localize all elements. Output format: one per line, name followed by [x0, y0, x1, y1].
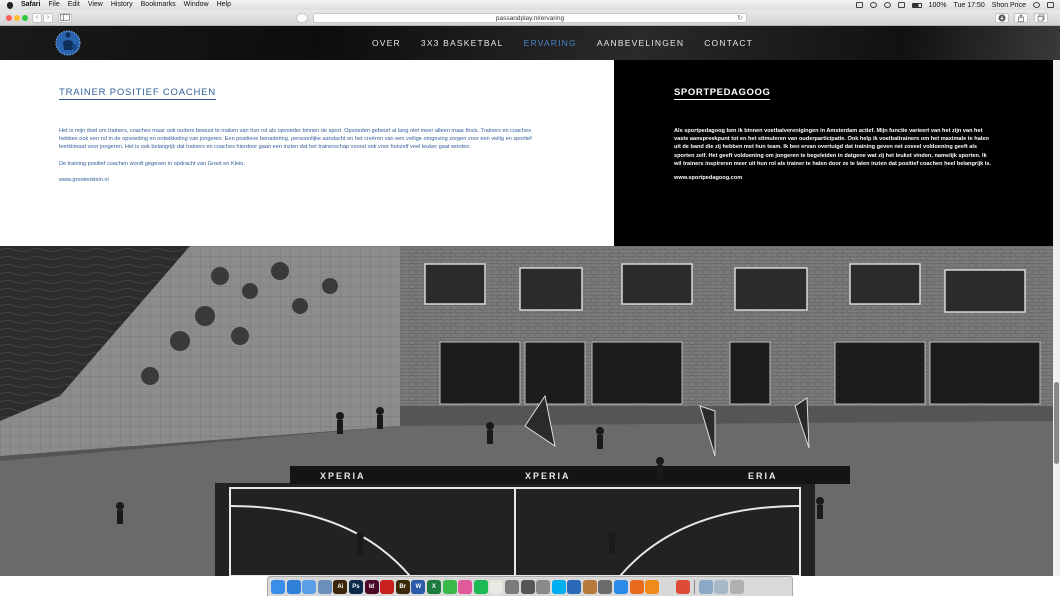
site-header: OVER 3X3 BASKETBAL ERVARING AANBEVELINGE… [0, 26, 1060, 60]
trash-icon[interactable] [729, 579, 744, 594]
scrollbar-thumb[interactable] [1054, 382, 1059, 464]
menu-window[interactable]: Window [184, 0, 209, 10]
sportpedagoog-link[interactable]: www.sportpedagoog.com [674, 174, 992, 182]
calculator-icon[interactable] [520, 579, 535, 594]
sportpedagoog-paragraph: Als sportpedagoog ben ik binnen voetbalv… [674, 128, 992, 167]
skype-icon[interactable] [551, 579, 566, 594]
nav-contact[interactable]: CONTACT [704, 38, 753, 48]
menu-help[interactable]: Help [217, 0, 231, 10]
spotlight-icon[interactable] [1033, 2, 1040, 8]
safari-icon[interactable] [286, 579, 301, 594]
banner-text: XPERIA [320, 471, 366, 481]
acrobat-icon[interactable] [380, 579, 395, 594]
preview-icon[interactable] [317, 579, 332, 594]
sportpedagoog-section-title: SPORTPEDAGOOG [674, 87, 771, 100]
tabs-icon [1037, 14, 1045, 22]
dropbox-tray-icon[interactable] [855, 2, 863, 8]
chrome-icon[interactable] [676, 579, 691, 594]
fullscreen-window-button[interactable] [22, 15, 28, 21]
automator-icon[interactable] [598, 579, 613, 594]
show-tabs-button[interactable] [1034, 13, 1048, 23]
spotify-icon[interactable] [473, 579, 488, 594]
finder-icon[interactable] [271, 579, 285, 594]
bridge-icon[interactable]: Br [395, 579, 410, 594]
minimize-window-button[interactable] [14, 15, 20, 21]
dock-separator [694, 579, 696, 594]
notes-icon[interactable] [489, 579, 504, 594]
forward-button[interactable]: › [43, 13, 53, 23]
mail-icon[interactable] [302, 579, 317, 594]
keychain-icon[interactable] [536, 579, 551, 594]
menu-view[interactable]: View [88, 0, 103, 10]
sidebar-toggle-button[interactable] [58, 13, 72, 23]
back-button[interactable]: ‹ [32, 13, 42, 23]
sportpedagoog-section: SPORTPEDAGOOG Als sportpedagoog ben ik b… [614, 60, 1053, 246]
nav-3x3-basketbal[interactable]: 3X3 BASKETBAL [421, 38, 504, 48]
apple-menu-icon[interactable] [7, 1, 13, 9]
clock[interactable]: Tue 17:50 [953, 2, 984, 9]
url-text: passandplay.nl/ervaring [495, 15, 565, 22]
menu-history[interactable]: History [111, 0, 133, 10]
settings-icon[interactable] [504, 579, 519, 594]
trainer-section: TRAINER POSITIEF COACHEN Het is mijn doe… [0, 60, 614, 246]
excel-icon[interactable]: X [426, 579, 441, 594]
court-photo-illustration: XPERIA XPERIA ERIA [0, 246, 1053, 576]
share-icon [1018, 14, 1024, 22]
notification-center-icon[interactable] [1047, 2, 1054, 8]
menu-app-name[interactable]: Safari [21, 0, 40, 10]
battery-percent: 100% [928, 1, 947, 9]
download-arrow-icon [998, 14, 1006, 22]
photoshop-icon[interactable]: Ps [348, 579, 363, 594]
indesign-icon[interactable]: Id [364, 579, 379, 594]
site-logo[interactable] [52, 28, 84, 58]
nav-aanbevelingen[interactable]: AANBEVELINGEN [597, 38, 684, 48]
trainer-paragraph: Het is mijn doel om trainers, coaches ma… [59, 128, 532, 151]
battery-icon[interactable] [911, 2, 922, 8]
messages-icon[interactable] [442, 579, 457, 594]
word-icon[interactable]: W [411, 579, 426, 594]
user-name[interactable]: Shon Price [992, 2, 1026, 9]
trainer-paragraph: De training positief coachen wordt gegev… [59, 160, 245, 167]
address-bar[interactable]: passandplay.nl/ervaring ↻ [313, 13, 747, 23]
itunes-icon[interactable] [458, 579, 473, 594]
banner-text: XPERIA [525, 471, 571, 481]
reload-icon[interactable]: ↻ [737, 14, 743, 23]
menu-bookmarks[interactable]: Bookmarks [141, 0, 176, 10]
volume-tray-icon[interactable] [897, 2, 905, 8]
page-scrollbar[interactable] [1053, 60, 1060, 576]
grootenklein-link[interactable]: www.grootenklein.nl [59, 176, 549, 184]
privacy-icon[interactable] [296, 13, 308, 23]
basketball-court-photo: XPERIA XPERIA ERIA [0, 246, 1053, 576]
trainer-section-title: TRAINER POSITIEF COACHEN [59, 87, 216, 100]
firefox-icon[interactable] [629, 579, 644, 594]
brush-icon[interactable] [582, 579, 597, 594]
main-nav: OVER 3X3 BASKETBAL ERVARING AANBEVELINGE… [372, 26, 773, 60]
banner-text: ERIA [748, 471, 778, 481]
browser-toolbar: ‹ › passandplay.nl/ervaring ↻ [0, 10, 1060, 26]
vlc-icon[interactable] [645, 579, 660, 594]
close-window-button[interactable] [6, 15, 12, 21]
documents-icon[interactable] [714, 579, 729, 594]
sportpedagoog-section-body: Als sportpedagoog ben ik binnen voetbalv… [674, 127, 992, 188]
dock: Ai Ps Id Br W X [267, 576, 793, 596]
trainer-section-body: Het is mijn doel om trainers, coaches ma… [59, 127, 549, 192]
downloads-icon[interactable] [698, 579, 713, 594]
wifi-tray-icon[interactable] [883, 2, 891, 8]
menu-edit[interactable]: Edit [68, 0, 80, 10]
menu-bar: Safari File Edit View History Bookmarks … [0, 0, 1060, 10]
downloads-button[interactable] [995, 13, 1009, 23]
xcode-icon[interactable] [567, 579, 582, 594]
time-machine-tray-icon[interactable] [869, 2, 877, 8]
menu-file[interactable]: File [48, 0, 59, 10]
sidebar-icon [60, 14, 70, 21]
photos-icon[interactable] [660, 579, 675, 594]
nav-over[interactable]: OVER [372, 38, 401, 48]
app-store-icon[interactable] [614, 579, 629, 594]
share-button[interactable] [1014, 13, 1028, 23]
illustrator-icon[interactable]: Ai [333, 579, 348, 594]
nav-ervaring[interactable]: ERVARING [524, 38, 577, 48]
